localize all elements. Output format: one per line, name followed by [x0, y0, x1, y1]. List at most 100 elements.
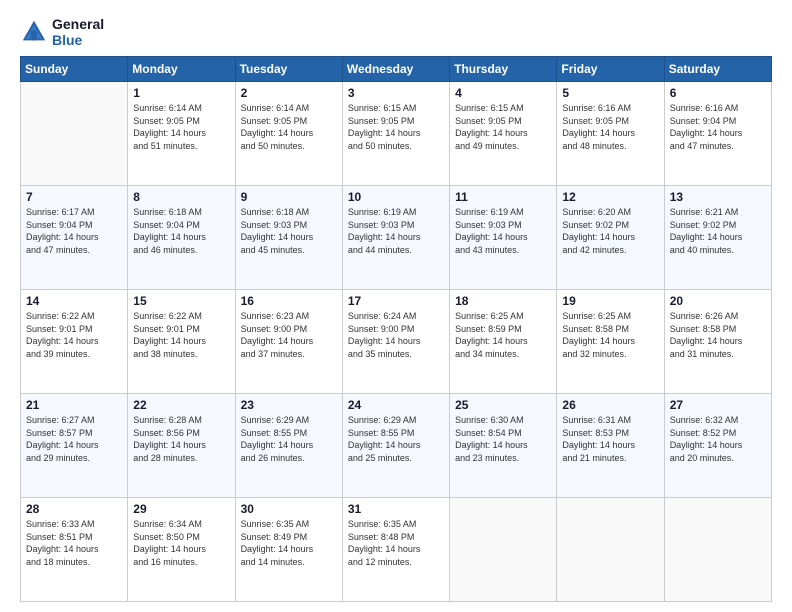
day-number: 30 — [241, 502, 337, 516]
day-number: 29 — [133, 502, 229, 516]
day-info: Sunrise: 6:23 AM Sunset: 9:00 PM Dayligh… — [241, 310, 337, 360]
logo-text: General Blue — [52, 16, 104, 48]
calendar-day-cell: 19Sunrise: 6:25 AM Sunset: 8:58 PM Dayli… — [557, 290, 664, 394]
day-number: 23 — [241, 398, 337, 412]
day-info: Sunrise: 6:22 AM Sunset: 9:01 PM Dayligh… — [26, 310, 122, 360]
day-info: Sunrise: 6:17 AM Sunset: 9:04 PM Dayligh… — [26, 206, 122, 256]
day-number: 16 — [241, 294, 337, 308]
calendar-day-cell — [450, 498, 557, 602]
day-info: Sunrise: 6:14 AM Sunset: 9:05 PM Dayligh… — [241, 102, 337, 152]
calendar-day-cell: 21 Sunrise: 6:27 AM Sunset: 8:57 PM Dayli… — [21, 394, 128, 498]
header: General Blue — [20, 16, 772, 48]
day-number: 12 — [562, 190, 658, 204]
calendar-day-header: Monday — [128, 57, 235, 82]
day-number: 25 — [455, 398, 551, 412]
day-info: Sunrise: 6:21 AM Sunset: 9:02 PM Dayligh… — [670, 206, 766, 256]
calendar-table: SundayMondayTuesdayWednesdayThursdayFrid… — [20, 56, 772, 602]
day-number: 14 — [26, 294, 122, 308]
day-number: 7 — [26, 190, 122, 204]
day-number: 4 — [455, 86, 551, 100]
day-info: Sunrise: 6:29 AM Sunset: 8:55 PM Dayligh… — [241, 414, 337, 464]
calendar-day-cell: 10 Sunrise: 6:19 AM Sunset: 9:03 PM Dayli… — [342, 186, 449, 290]
day-info: Sunrise: 6:22 AM Sunset: 9:01 PM Dayligh… — [133, 310, 229, 360]
day-number: 31 — [348, 502, 444, 516]
calendar-week-row: 28 Sunrise: 6:33 AM Sunset: 8:51 PM Dayli… — [21, 498, 772, 602]
calendar-day-header: Sunday — [21, 57, 128, 82]
day-number: 20 — [670, 294, 766, 308]
day-info: Sunrise: 6:25 AM Sunset: 8:59 PM Dayligh… — [455, 310, 551, 360]
day-info: Sunrise: 6:34 AM Sunset: 8:50 PM Dayligh… — [133, 518, 229, 568]
calendar-day-cell: 14 Sunrise: 6:22 AM Sunset: 9:01 PM Dayli… — [21, 290, 128, 394]
calendar-week-row: 1 Sunrise: 6:14 AM Sunset: 9:05 PM Daylig… — [21, 82, 772, 186]
day-number: 22 — [133, 398, 229, 412]
day-number: 10 — [348, 190, 444, 204]
day-info: Sunrise: 6:31 AM Sunset: 8:53 PM Dayligh… — [562, 414, 658, 464]
day-info: Sunrise: 6:24 AM Sunset: 9:00 PM Dayligh… — [348, 310, 444, 360]
calendar-day-cell: 12 Sunrise: 6:20 AM Sunset: 9:02 PM Dayli… — [557, 186, 664, 290]
calendar-day-cell: 5 Sunrise: 6:16 AM Sunset: 9:05 PM Daylig… — [557, 82, 664, 186]
day-number: 1 — [133, 86, 229, 100]
calendar-week-row: 7 Sunrise: 6:17 AM Sunset: 9:04 PM Daylig… — [21, 186, 772, 290]
calendar-day-cell: 27 Sunrise: 6:32 AM Sunset: 8:52 PM Dayli… — [664, 394, 771, 498]
day-info: Sunrise: 6:15 AM Sunset: 9:05 PM Dayligh… — [455, 102, 551, 152]
day-number: 3 — [348, 86, 444, 100]
day-number: 6 — [670, 86, 766, 100]
calendar-day-cell — [664, 498, 771, 602]
day-number: 19 — [562, 294, 658, 308]
calendar-day-cell: 28 Sunrise: 6:33 AM Sunset: 8:51 PM Dayli… — [21, 498, 128, 602]
day-number: 2 — [241, 86, 337, 100]
calendar-day-cell: 23 Sunrise: 6:29 AM Sunset: 8:55 PM Dayli… — [235, 394, 342, 498]
day-info: Sunrise: 6:33 AM Sunset: 8:51 PM Dayligh… — [26, 518, 122, 568]
day-number: 11 — [455, 190, 551, 204]
calendar-day-cell: 22 Sunrise: 6:28 AM Sunset: 8:56 PM Dayli… — [128, 394, 235, 498]
calendar-day-cell: 25 Sunrise: 6:30 AM Sunset: 8:54 PM Dayli… — [450, 394, 557, 498]
day-info: Sunrise: 6:15 AM Sunset: 9:05 PM Dayligh… — [348, 102, 444, 152]
day-number: 26 — [562, 398, 658, 412]
calendar-day-cell: 7 Sunrise: 6:17 AM Sunset: 9:04 PM Daylig… — [21, 186, 128, 290]
day-info: Sunrise: 6:35 AM Sunset: 8:48 PM Dayligh… — [348, 518, 444, 568]
calendar-day-cell: 24Sunrise: 6:29 AM Sunset: 8:55 PM Dayli… — [342, 394, 449, 498]
day-info: Sunrise: 6:28 AM Sunset: 8:56 PM Dayligh… — [133, 414, 229, 464]
calendar-day-cell — [21, 82, 128, 186]
day-number: 28 — [26, 502, 122, 516]
day-info: Sunrise: 6:35 AM Sunset: 8:49 PM Dayligh… — [241, 518, 337, 568]
day-info: Sunrise: 6:27 AM Sunset: 8:57 PM Dayligh… — [26, 414, 122, 464]
day-number: 17 — [348, 294, 444, 308]
calendar-day-cell: 6Sunrise: 6:16 AM Sunset: 9:04 PM Daylig… — [664, 82, 771, 186]
calendar-day-cell: 3 Sunrise: 6:15 AM Sunset: 9:05 PM Daylig… — [342, 82, 449, 186]
day-number: 21 — [26, 398, 122, 412]
day-info: Sunrise: 6:19 AM Sunset: 9:03 PM Dayligh… — [455, 206, 551, 256]
calendar-day-cell: 13 Sunrise: 6:21 AM Sunset: 9:02 PM Dayli… — [664, 186, 771, 290]
calendar-day-cell: 11 Sunrise: 6:19 AM Sunset: 9:03 PM Dayli… — [450, 186, 557, 290]
calendar-day-cell: 20 Sunrise: 6:26 AM Sunset: 8:58 PM Dayli… — [664, 290, 771, 394]
day-info: Sunrise: 6:14 AM Sunset: 9:05 PM Dayligh… — [133, 102, 229, 152]
day-info: Sunrise: 6:18 AM Sunset: 9:04 PM Dayligh… — [133, 206, 229, 256]
day-info: Sunrise: 6:20 AM Sunset: 9:02 PM Dayligh… — [562, 206, 658, 256]
calendar-day-cell: 8 Sunrise: 6:18 AM Sunset: 9:04 PM Daylig… — [128, 186, 235, 290]
calendar-day-cell: 31 Sunrise: 6:35 AM Sunset: 8:48 PM Dayli… — [342, 498, 449, 602]
day-info: Sunrise: 6:32 AM Sunset: 8:52 PM Dayligh… — [670, 414, 766, 464]
calendar-day-cell: 29 Sunrise: 6:34 AM Sunset: 8:50 PM Dayli… — [128, 498, 235, 602]
calendar-day-cell: 9Sunrise: 6:18 AM Sunset: 9:03 PM Daylig… — [235, 186, 342, 290]
day-info: Sunrise: 6:26 AM Sunset: 8:58 PM Dayligh… — [670, 310, 766, 360]
calendar-day-header: Thursday — [450, 57, 557, 82]
day-info: Sunrise: 6:19 AM Sunset: 9:03 PM Dayligh… — [348, 206, 444, 256]
calendar-week-row: 14 Sunrise: 6:22 AM Sunset: 9:01 PM Dayli… — [21, 290, 772, 394]
calendar-header-row: SundayMondayTuesdayWednesdayThursdayFrid… — [21, 57, 772, 82]
day-info: Sunrise: 6:29 AM Sunset: 8:55 PM Dayligh… — [348, 414, 444, 464]
page: General Blue SundayMondayTuesdayWednesda… — [0, 0, 792, 612]
calendar-day-cell: 2 Sunrise: 6:14 AM Sunset: 9:05 PM Daylig… — [235, 82, 342, 186]
day-number: 13 — [670, 190, 766, 204]
day-info: Sunrise: 6:16 AM Sunset: 9:05 PM Dayligh… — [562, 102, 658, 152]
day-info: Sunrise: 6:30 AM Sunset: 8:54 PM Dayligh… — [455, 414, 551, 464]
day-info: Sunrise: 6:18 AM Sunset: 9:03 PM Dayligh… — [241, 206, 337, 256]
day-number: 5 — [562, 86, 658, 100]
calendar-day-header: Friday — [557, 57, 664, 82]
calendar-day-cell: 26 Sunrise: 6:31 AM Sunset: 8:53 PM Dayli… — [557, 394, 664, 498]
calendar-day-cell: 18Sunrise: 6:25 AM Sunset: 8:59 PM Dayli… — [450, 290, 557, 394]
day-number: 15 — [133, 294, 229, 308]
day-number: 27 — [670, 398, 766, 412]
calendar-day-header: Saturday — [664, 57, 771, 82]
calendar-day-cell: 15 Sunrise: 6:22 AM Sunset: 9:01 PM Dayli… — [128, 290, 235, 394]
day-number: 8 — [133, 190, 229, 204]
